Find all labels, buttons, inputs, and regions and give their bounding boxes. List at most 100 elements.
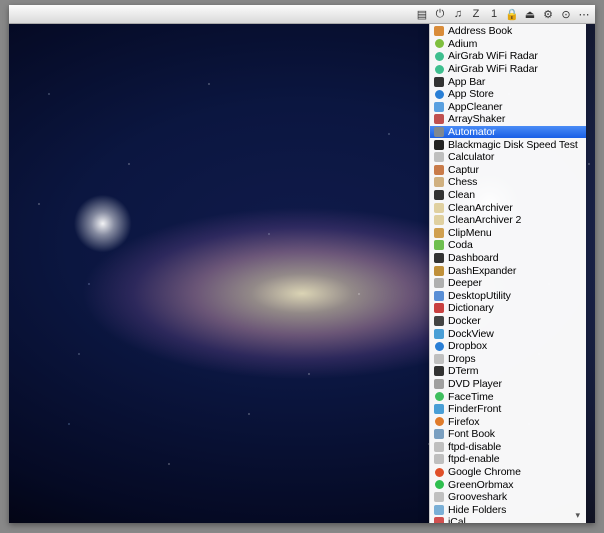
- menu-item-dterm[interactable]: DTerm: [430, 365, 586, 378]
- ftpd-disable-icon: [433, 441, 445, 453]
- clean-icon: [433, 189, 445, 201]
- menu-item-firefox[interactable]: Firefox: [430, 415, 586, 428]
- menu-item-label: ArrayShaker: [448, 113, 505, 125]
- menu-item-drops[interactable]: Drops: [430, 352, 586, 365]
- menu-item-airgrab-wifi-radar[interactable]: AirGrab WiFi Radar: [430, 50, 586, 63]
- menu-item-cleanarchiver-2[interactable]: CleanArchiver 2: [430, 214, 586, 227]
- app-bar-icon: [433, 76, 445, 88]
- menu-item-blackmagic-disk-speed-test[interactable]: Blackmagic Disk Speed Test: [430, 138, 586, 151]
- dashexpander-icon: [433, 265, 445, 277]
- menu-item-greenorbmax[interactable]: GreenOrbmax: [430, 478, 586, 491]
- menu-item-grooveshark[interactable]: Grooveshark: [430, 491, 586, 504]
- menu-item-label: Dropbox: [448, 340, 487, 352]
- menu-bar: ▤ ⏻ ♫ Z1 🔒 ⏏ ⚙ ⊙ ⋯: [9, 5, 595, 24]
- fontbook-icon: [433, 428, 445, 440]
- menu-item-clean[interactable]: Clean: [430, 189, 586, 202]
- menu-item-finderfront[interactable]: FinderFront: [430, 403, 586, 416]
- menu-item-dictionary[interactable]: Dictionary: [430, 302, 586, 315]
- eject-icon[interactable]: ⏏: [523, 7, 537, 21]
- menu-item-google-chrome[interactable]: Google Chrome: [430, 466, 586, 479]
- menu-bar-extras: ▤ ⏻ ♫ Z1 🔒 ⏏ ⚙ ⊙ ⋯: [415, 7, 591, 21]
- scroll-down-arrow[interactable]: ▾: [575, 510, 580, 521]
- facetime-icon: [433, 391, 445, 403]
- automator-icon: [433, 126, 445, 138]
- spotlight-icon[interactable]: ⊙: [559, 7, 573, 21]
- arrayshaker-icon: [433, 113, 445, 125]
- dvd-player-icon: [433, 378, 445, 390]
- desktop: Address BookAdiumAirGrab WiFi RadarAirGr…: [9, 24, 595, 523]
- airgrab-icon: [433, 63, 445, 75]
- menu-item-label: Firefox: [448, 416, 479, 428]
- menu-item-app-store[interactable]: App Store: [430, 88, 586, 101]
- app-bar-icon[interactable]: ▤: [415, 7, 429, 21]
- menu-item-captur[interactable]: Captur: [430, 164, 586, 177]
- grooveshark-icon: [433, 491, 445, 503]
- lock-icon[interactable]: 🔒: [505, 7, 519, 21]
- clipmenu-icon: [433, 227, 445, 239]
- menu-item-deeper[interactable]: Deeper: [430, 277, 586, 290]
- menu-item-desktoputility[interactable]: DesktopUtility: [430, 289, 586, 302]
- menu-item-label: ftpd-disable: [448, 441, 501, 453]
- app-dropdown-menu[interactable]: Address BookAdiumAirGrab WiFi RadarAirGr…: [429, 24, 586, 523]
- menu-item-automator[interactable]: Automator: [430, 126, 586, 139]
- app-store-icon: [433, 88, 445, 100]
- bold-1-icon[interactable]: 1: [487, 7, 501, 21]
- menu-item-label: Coda: [448, 239, 473, 251]
- menu-item-appcleaner[interactable]: AppCleaner: [430, 101, 586, 114]
- firefox-icon: [433, 416, 445, 428]
- appcleaner-icon: [433, 101, 445, 113]
- dockview-icon: [433, 328, 445, 340]
- desktoputility-icon: [433, 290, 445, 302]
- coda-icon: [433, 239, 445, 251]
- cleanarchiver-icon: [433, 214, 445, 226]
- menu-item-font-book[interactable]: Font Book: [430, 428, 586, 441]
- menu-item-cleanarchiver[interactable]: CleanArchiver: [430, 201, 586, 214]
- menu-item-clipmenu[interactable]: ClipMenu: [430, 227, 586, 240]
- ftpd-enable-icon: [433, 453, 445, 465]
- menu-item-dockview[interactable]: DockView: [430, 327, 586, 340]
- desktop-icon-column: [586, 24, 595, 523]
- menu-item-address-book[interactable]: Address Book: [430, 25, 586, 38]
- menu-item-ical[interactable]: iCal: [430, 516, 586, 523]
- menu-item-chess[interactable]: Chess: [430, 176, 586, 189]
- menu-item-label: CleanArchiver 2: [448, 214, 521, 226]
- menu-item-label: Docker: [448, 315, 481, 327]
- menu-item-dropbox[interactable]: Dropbox: [430, 340, 586, 353]
- menu-item-label: FaceTime: [448, 391, 494, 403]
- menu-item-label: FinderFront: [448, 403, 501, 415]
- menu-item-label: Captur: [448, 164, 479, 176]
- menu-item-label: DashExpander: [448, 265, 516, 277]
- menu-item-ftpd-enable[interactable]: ftpd-enable: [430, 453, 586, 466]
- drops-icon: [433, 353, 445, 365]
- option-icon[interactable]: ⋯: [577, 7, 591, 21]
- menu-item-label: Dictionary: [448, 302, 494, 314]
- menu-item-adium[interactable]: Adium: [430, 38, 586, 51]
- menu-item-facetime[interactable]: FaceTime: [430, 390, 586, 403]
- menu-item-ftpd-disable[interactable]: ftpd-disable: [430, 441, 586, 454]
- menu-item-dvd-player[interactable]: DVD Player: [430, 378, 586, 391]
- z-icon[interactable]: Z: [469, 7, 483, 21]
- menu-item-label: CleanArchiver: [448, 202, 513, 214]
- menu-item-label: DesktopUtility: [448, 290, 511, 302]
- docker-icon: [433, 315, 445, 327]
- menu-item-dashexpander[interactable]: DashExpander: [430, 264, 586, 277]
- adium-icon: [433, 38, 445, 50]
- menu-item-arrayshaker[interactable]: ArrayShaker: [430, 113, 586, 126]
- menu-item-calculator[interactable]: Calculator: [430, 151, 586, 164]
- menu-item-docker[interactable]: Docker: [430, 315, 586, 328]
- menu-item-coda[interactable]: Coda: [430, 239, 586, 252]
- app-dropdown-list: Address BookAdiumAirGrab WiFi RadarAirGr…: [430, 24, 586, 523]
- menu-item-label: Blackmagic Disk Speed Test: [448, 139, 578, 151]
- menu-item-label: Font Book: [448, 428, 495, 440]
- music-icon[interactable]: ♫: [451, 7, 465, 21]
- menu-item-dashboard[interactable]: Dashboard: [430, 252, 586, 265]
- power-icon[interactable]: ⏻: [433, 7, 447, 21]
- menu-item-airgrab-wifi-radar[interactable]: AirGrab WiFi Radar: [430, 63, 586, 76]
- menu-item-label: AppCleaner: [448, 101, 502, 113]
- pref-icon[interactable]: ⚙: [541, 7, 555, 21]
- menu-item-app-bar[interactable]: App Bar: [430, 75, 586, 88]
- menu-item-hide-folders[interactable]: Hide Folders: [430, 504, 586, 517]
- menu-item-label: Hide Folders: [448, 504, 506, 516]
- menu-item-label: DTerm: [448, 365, 478, 377]
- deeper-icon: [433, 277, 445, 289]
